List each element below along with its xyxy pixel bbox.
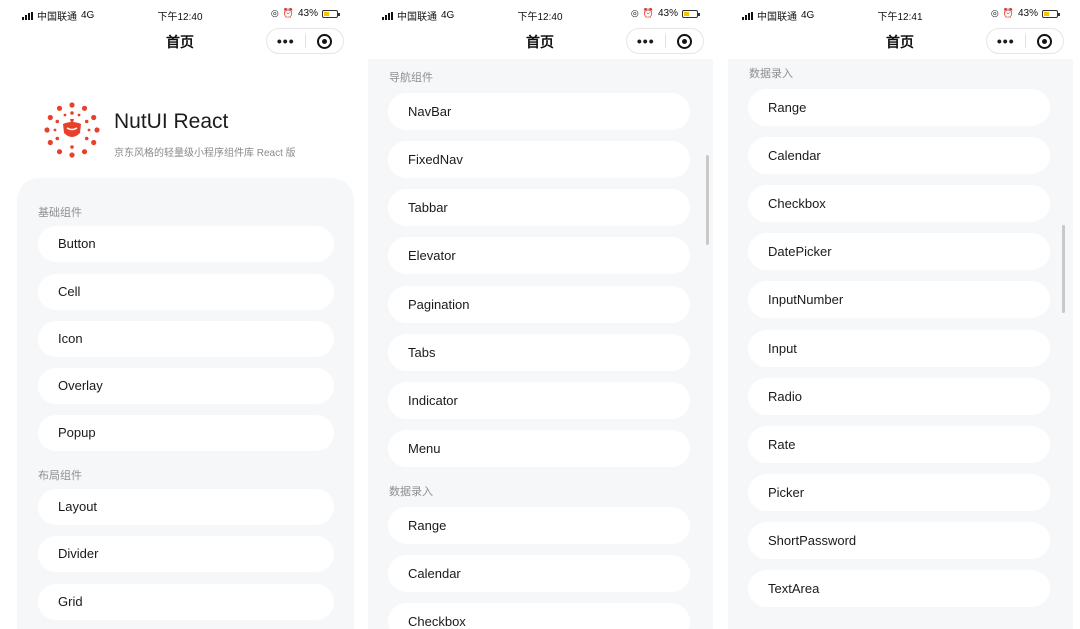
list-item-datepicker[interactable]: DatePicker: [748, 233, 1050, 270]
alarm-icon: ⏰: [1002, 8, 1014, 18]
close-mini-program-button[interactable]: [306, 33, 344, 49]
battery-icon: [322, 9, 340, 18]
close-mini-program-button[interactable]: [1026, 33, 1064, 49]
component-list-card: 导航组件 NavBar FixedNav Tabbar Elevator Pag…: [368, 59, 713, 629]
list-item-elevator[interactable]: Elevator: [388, 237, 690, 274]
target-icon: [676, 33, 692, 49]
close-mini-program-button[interactable]: [666, 33, 704, 49]
list-item-popup[interactable]: Popup: [38, 415, 334, 451]
mini-program-capsule: •••: [266, 28, 344, 54]
list-item-overlay[interactable]: Overlay: [38, 368, 334, 404]
more-menu-button[interactable]: •••: [267, 29, 305, 53]
list-item-cell[interactable]: Cell: [38, 274, 334, 310]
list-item-tabs[interactable]: Tabs: [388, 334, 690, 371]
target-icon: [316, 33, 332, 49]
brand-subtitle: 京东风格的轻量级小程序组件库 React 版: [114, 148, 296, 159]
brand-header: NutUI React 京东风格的轻量级小程序组件库 React 版: [42, 100, 342, 160]
section-title-data-entry: 数据录入: [389, 486, 433, 498]
scrollbar-thumb[interactable]: [706, 155, 709, 245]
brand-title: NutUI React: [114, 110, 229, 133]
component-list-card: 数据录入 Range Calendar Checkbox DatePicker …: [728, 59, 1073, 629]
phone-screen-home-top: 中国联通 4G 下午12:40 ◎ ⏰ 43% 首页 ••• NutUI Rea…: [0, 0, 360, 629]
list-item-shortpassword[interactable]: ShortPassword: [748, 522, 1050, 559]
list-item-textarea[interactable]: TextArea: [748, 570, 1050, 607]
alarm-icon: ⏰: [282, 8, 294, 18]
alarm-icon: ⏰: [642, 8, 654, 18]
scrollbar-thumb[interactable]: [1062, 225, 1065, 313]
section-title-data-entry: 数据录入: [749, 68, 793, 80]
more-menu-button[interactable]: •••: [627, 29, 665, 53]
section-title-basic: 基础组件: [38, 207, 82, 219]
component-list-card: 基础组件 Button Cell Icon Overlay Popup 布局组件…: [17, 178, 354, 629]
list-item-navbar[interactable]: NavBar: [388, 93, 690, 130]
list-item-checkbox[interactable]: Checkbox: [388, 603, 690, 629]
status-bar: 中国联通 4G 下午12:40 ◎ ⏰ 43%: [0, 0, 360, 28]
list-item-checkbox[interactable]: Checkbox: [748, 185, 1050, 222]
list-item-tabbar[interactable]: Tabbar: [388, 189, 690, 226]
battery-icon: [1042, 9, 1060, 18]
status-right: ◎ ⏰ 43%: [270, 8, 340, 19]
list-item-divider[interactable]: Divider: [38, 536, 334, 572]
nav-bar: 首页 •••: [360, 28, 720, 54]
list-item-range[interactable]: Range: [388, 507, 690, 544]
nav-bar: 首页 •••: [0, 28, 360, 54]
list-item-calendar[interactable]: Calendar: [748, 137, 1050, 174]
list-item-calendar[interactable]: Calendar: [388, 555, 690, 592]
status-bar: 中国联通 4G 下午12:40 ◎ ⏰ 43%: [360, 0, 720, 28]
status-bar: 中国联通 4G 下午12:41 ◎ ⏰ 43%: [720, 0, 1080, 28]
nav-bar: 首页 •••: [720, 28, 1080, 54]
battery-percent: 43%: [1017, 8, 1038, 19]
target-icon: [1036, 33, 1052, 49]
list-item-rate[interactable]: Rate: [748, 426, 1050, 463]
battery-percent: 43%: [297, 8, 318, 19]
phone-screen-home-middle: 中国联通 4G 下午12:40 ◎ ⏰ 43% 首页 ••• 导航组件 NavB…: [360, 0, 720, 629]
list-item-indicator[interactable]: Indicator: [388, 382, 690, 419]
list-item-layout[interactable]: Layout: [38, 489, 334, 525]
list-item-pagination[interactable]: Pagination: [388, 286, 690, 323]
more-menu-button[interactable]: •••: [987, 29, 1025, 53]
phone-screen-home-bottom: 中国联通 4G 下午12:41 ◎ ⏰ 43% 首页 ••• 数据录入 Rang…: [720, 0, 1080, 629]
location-icon: ◎: [270, 8, 279, 18]
list-item-range[interactable]: Range: [748, 89, 1050, 126]
mini-program-capsule: •••: [986, 28, 1064, 54]
list-item-inputnumber[interactable]: InputNumber: [748, 281, 1050, 318]
list-item-icon[interactable]: Icon: [38, 321, 334, 357]
status-right: ◎ ⏰ 43%: [630, 8, 700, 19]
list-item-radio[interactable]: Radio: [748, 378, 1050, 415]
battery-percent: 43%: [657, 8, 678, 19]
location-icon: ◎: [990, 8, 999, 18]
nutui-logo-icon: [44, 102, 100, 158]
section-title-layout: 布局组件: [38, 470, 82, 482]
list-item-fixednav[interactable]: FixedNav: [388, 141, 690, 178]
mini-program-capsule: •••: [626, 28, 704, 54]
list-item-menu[interactable]: Menu: [388, 430, 690, 467]
list-item-input[interactable]: Input: [748, 330, 1050, 367]
list-item-picker[interactable]: Picker: [748, 474, 1050, 511]
location-icon: ◎: [630, 8, 639, 18]
list-item-grid[interactable]: Grid: [38, 584, 334, 620]
status-right: ◎ ⏰ 43%: [990, 8, 1060, 19]
battery-icon: [682, 9, 700, 18]
list-item-button[interactable]: Button: [38, 226, 334, 262]
section-title-navigation: 导航组件: [389, 72, 433, 84]
